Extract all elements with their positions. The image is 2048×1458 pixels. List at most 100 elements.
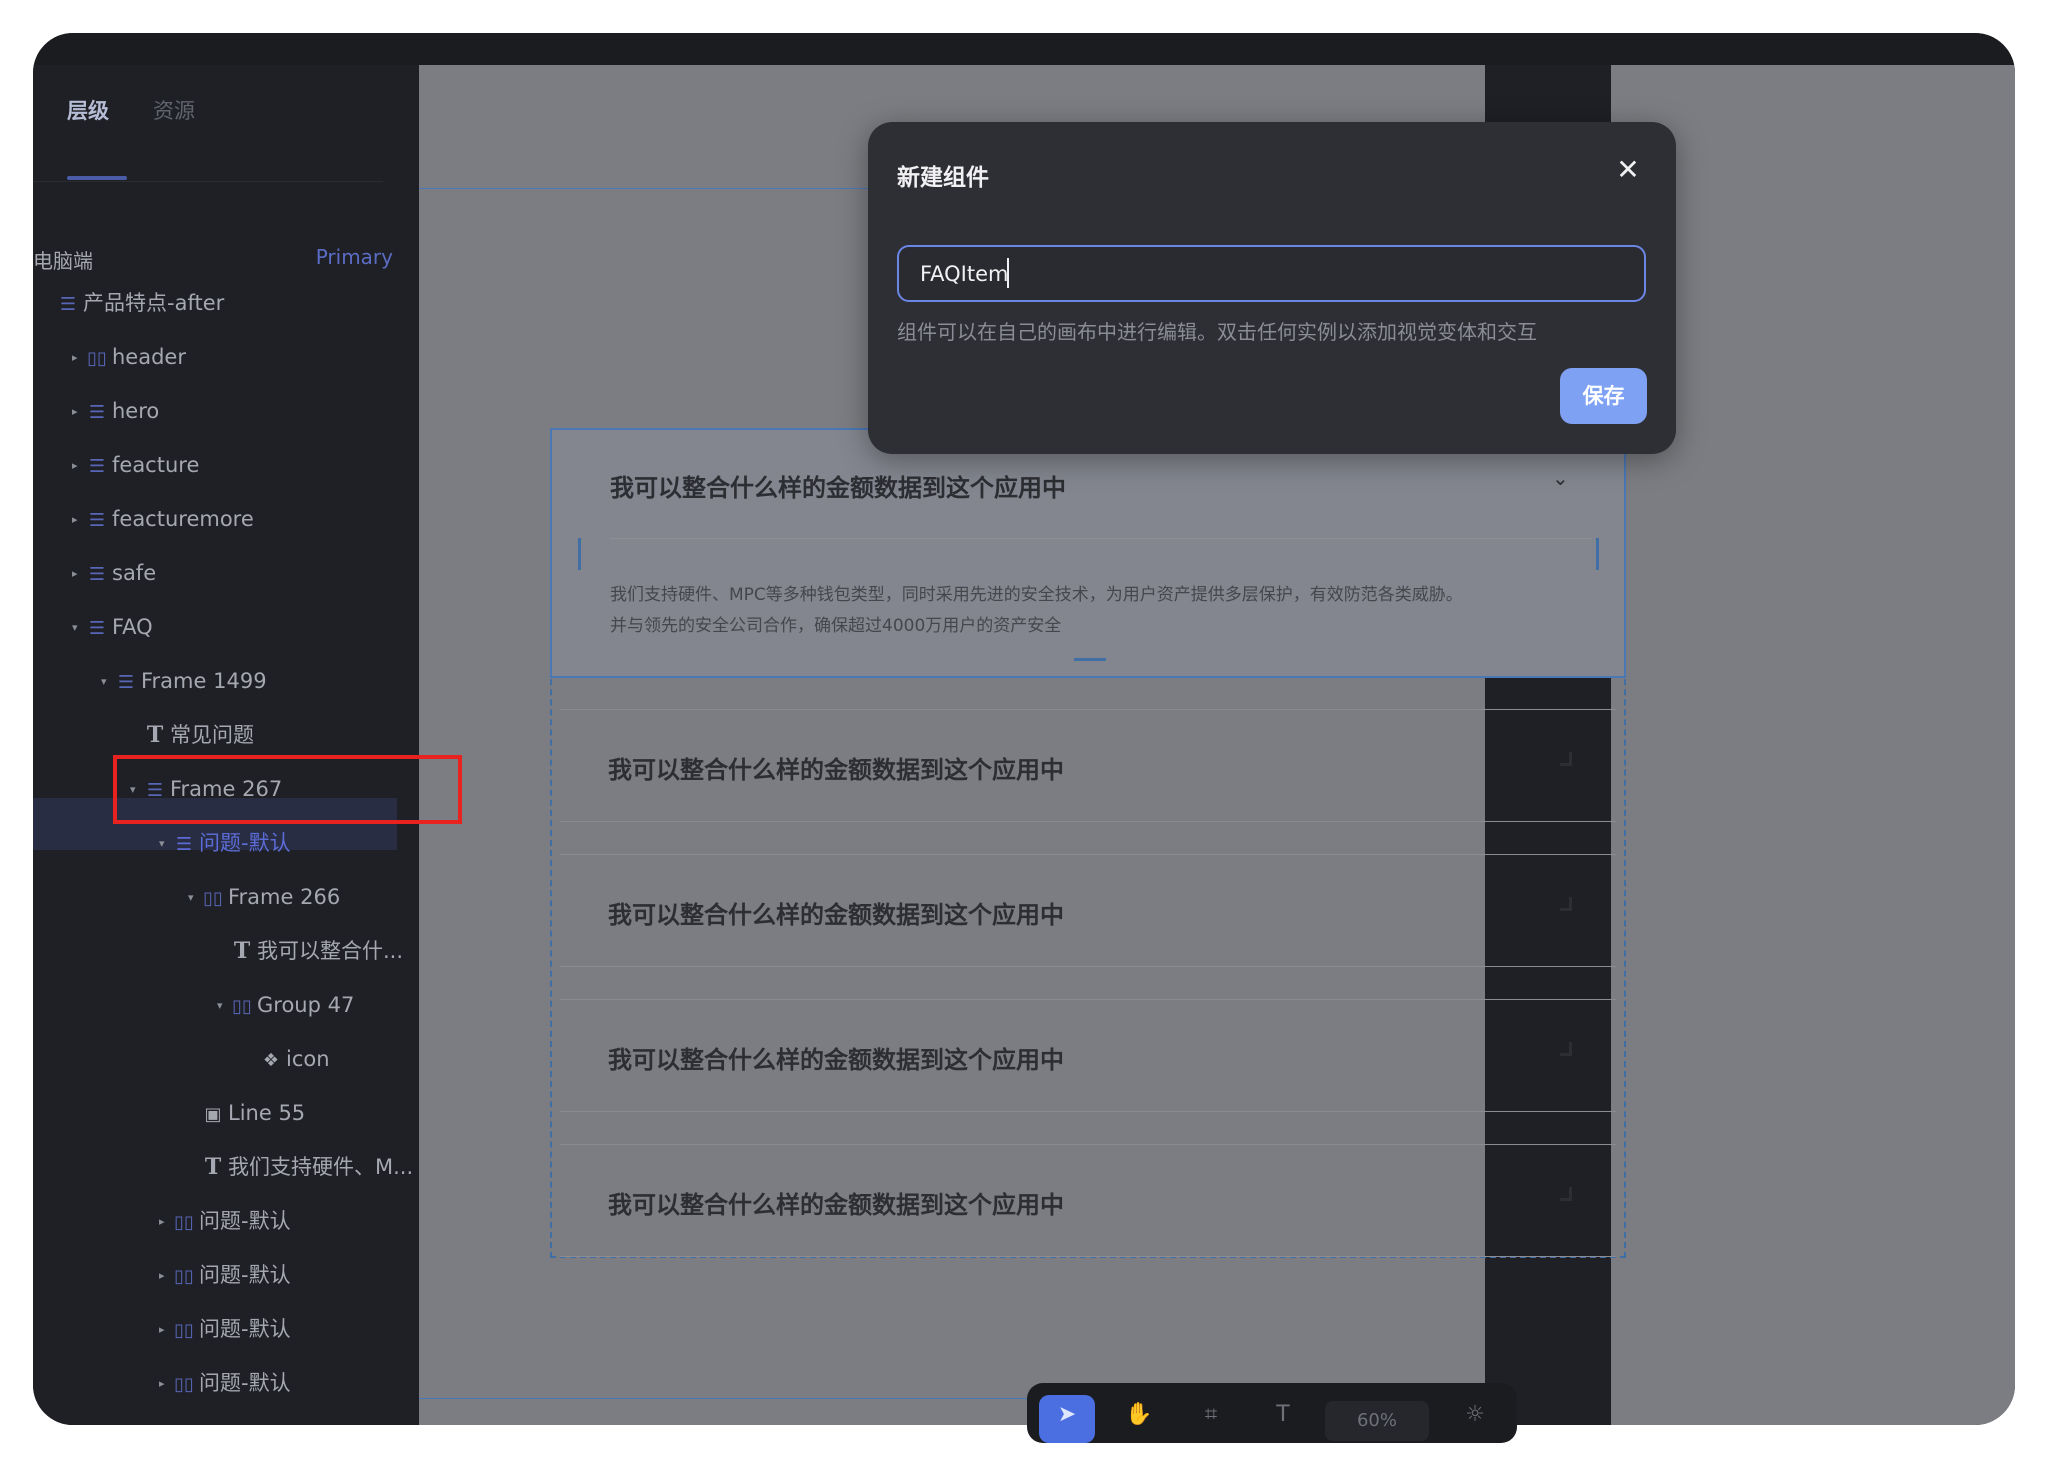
layer-row[interactable]: ▣ Line 55 [188,1091,305,1135]
highlight-annotation-box [113,755,462,824]
layer-row[interactable]: ▸☰number [72,1415,194,1425]
collapsed-caret-icon[interactable]: ▸ [159,1362,173,1406]
expanded-caret-icon[interactable]: ▾ [188,876,202,920]
layer-row[interactable]: ▾ ☰ 问题-默认 [159,821,291,865]
chevron-down-icon[interactable]: ⌄ [1552,466,1569,490]
layer-row[interactable]: ☰ 产品特点-after [43,281,224,325]
collapsed-caret-icon[interactable]: ▸ [72,1416,86,1425]
faq-item[interactable]: 我可以整合什么样的金额数据到这个应用中 [560,854,1616,967]
faq-item[interactable]: 我可以整合什么样的金额数据到这个应用中 [560,1144,1616,1257]
close-icon[interactable]: ✕ [1610,152,1646,188]
layer-label: 常见问题 [170,723,254,747]
columns-icon: ▯▯ [174,1212,194,1233]
frame-tool-icon[interactable]: ⌗ [1183,1395,1239,1443]
layer-row[interactable]: ▸ ▯▯ 问题-默认 [159,1253,291,1297]
zoom-level[interactable]: 60% [1325,1401,1429,1441]
collapsed-caret-icon[interactable]: ▸ [72,390,86,434]
text-cursor [1007,258,1009,288]
layer-row[interactable]: ▸ ▯▯ 问题-默认 [159,1199,291,1243]
faq-question: 我可以整合什么样的金额数据到这个应用中 [608,1191,1064,1219]
layer-row[interactable]: T 我可以整合什... [217,929,403,973]
stack-icon: ☰ [117,672,135,693]
layer-row[interactable]: ▸ ▯▯ 问题-默认 [159,1361,291,1405]
collapsed-caret-icon[interactable]: ▸ [159,1254,173,1298]
collapsed-caret-icon[interactable]: ▸ [72,336,86,380]
layer-row[interactable]: ▸ ☰ feacture [72,443,199,487]
tab-assets[interactable]: 资源 [153,95,195,125]
layer-label: Frame 1499 [141,669,267,693]
expand-corner-icon[interactable] [1560,897,1572,911]
layer-label: FAQ [112,615,153,639]
faq-question: 我可以整合什么样的金额数据到这个应用中 [608,756,1064,784]
collapsed-caret-icon[interactable]: ▸ [159,1200,173,1244]
theme-toggle-icon[interactable]: ☼ [1447,1395,1503,1443]
component-name-input[interactable] [897,245,1646,302]
move-tool-icon[interactable]: ➤ [1039,1395,1095,1443]
component-icon: ❖ [262,1050,280,1071]
layer-row[interactable]: ▸ ☰ feacturemore [72,497,254,541]
layer-label: 问题-默认 [199,1371,291,1395]
layer-row[interactable]: ▾ ☰ FAQ [72,605,153,649]
text-tool-icon[interactable]: T [1255,1395,1311,1443]
title-bar [33,33,2015,65]
layer-label: 问题-默认 [199,1317,291,1341]
layer-label: header [112,345,186,369]
layer-label: 问题-默认 [199,831,291,855]
layer-label: hero [112,399,160,423]
layer-row[interactable]: T 我们支持硬件、M... [188,1145,413,1189]
save-button[interactable]: 保存 [1560,368,1647,424]
expanded-caret-icon[interactable]: ▾ [101,660,115,704]
columns-icon: ▯▯ [174,1374,194,1395]
image-icon: ▣ [204,1104,222,1125]
collapsed-caret-icon[interactable]: ▸ [72,444,86,488]
layer-row[interactable]: ▸ ☰ safe [72,551,156,595]
resize-handle[interactable] [1596,538,1599,570]
faq-item[interactable]: 我可以整合什么样的金额数据到这个应用中 [560,999,1616,1112]
expand-corner-icon[interactable] [1560,752,1572,766]
columns-icon: ▯▯ [174,1320,194,1341]
divider [33,181,383,182]
resize-handle[interactable] [578,538,581,570]
layer-row[interactable]: ▾ ☰ Frame 1499 [101,659,267,703]
collapsed-caret-icon[interactable]: ▸ [72,498,86,542]
hand-tool-icon[interactable]: ✋ [1111,1395,1167,1443]
layer-label: feacture [112,453,200,477]
expanded-caret-icon[interactable]: ▾ [72,606,86,650]
layer-row[interactable]: ▸ ☰ hero [72,389,159,433]
layer-row[interactable]: ▸ ▯▯ header [72,335,186,379]
expanded-caret-icon[interactable]: ▾ [159,822,173,866]
collapsed-caret-icon[interactable]: ▸ [72,552,86,596]
layer-row[interactable]: ❖ icon [246,1037,330,1081]
faq-question: 我可以整合什么样的金额数据到这个应用中 [610,474,1066,502]
expand-corner-icon[interactable] [1560,1042,1572,1056]
page-selector[interactable]: 电脑端 Primary [33,245,393,275]
resize-handle[interactable] [1074,658,1106,661]
stack-icon: ☰ [88,510,106,531]
layer-label: 我们支持硬件、M... [228,1155,414,1179]
page-variant[interactable]: Primary [316,245,393,269]
layer-row[interactable]: ▸ ▯▯ 问题-默认 [159,1307,291,1351]
columns-icon: ▯▯ [232,996,252,1017]
layer-label: feacturemore [112,507,254,531]
active-tab-indicator [67,176,127,180]
stack-icon: ☰ [88,456,106,477]
faq-item-expanded[interactable]: 我可以整合什么样的金额数据到这个应用中 ⌄ 我们支持硬件、MPC等多种钱包类型，… [550,428,1626,678]
layer-label: Frame 266 [228,885,341,909]
text-icon: T [233,938,251,964]
layer-row[interactable]: ▾ ▯▯ Frame 266 [188,875,340,919]
expanded-caret-icon[interactable]: ▾ [217,984,231,1028]
layer-label: 产品特点-after [83,291,225,315]
tab-layers[interactable]: 层级 [67,95,109,125]
text-icon: T [146,722,164,748]
faq-divider-line [610,538,1592,539]
expand-corner-icon[interactable] [1560,1187,1572,1201]
faq-item[interactable]: 我可以整合什么样的金额数据到这个应用中 [560,709,1616,822]
stack-icon: ☰ [88,564,106,585]
collapsed-caret-icon[interactable]: ▸ [159,1308,173,1352]
layer-label: icon [286,1047,330,1071]
panel-tabs: 层级 资源 [33,65,419,155]
layer-row[interactable]: T 常见问题 [130,713,254,757]
layer-label: safe [112,561,157,585]
layer-row[interactable]: ▾ ▯▯ Group 47 [217,983,354,1027]
faq-answer-line: 并与领先的安全公司合作，确保超过4000万用户的资产安全 [610,616,1062,636]
